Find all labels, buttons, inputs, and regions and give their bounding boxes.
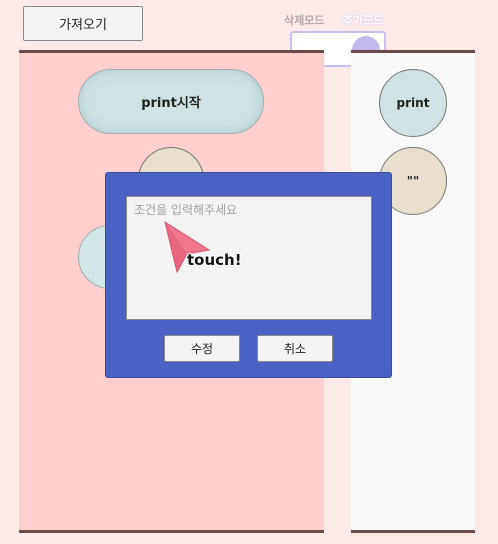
fetch-button[interactable]: 가져오기 xyxy=(23,6,143,41)
condition-dialog: 수정 취소 xyxy=(105,172,392,378)
delete-mode-label: 삭제모드 xyxy=(284,14,325,27)
cancel-button[interactable]: 취소 xyxy=(257,335,333,362)
print-start-node[interactable]: print시작 xyxy=(78,69,264,134)
edit-button[interactable]: 수정 xyxy=(164,335,240,362)
touch-hint-label: touch! xyxy=(187,251,242,269)
print-block[interactable]: print xyxy=(379,69,447,137)
add-mode-label: 추가모드 xyxy=(343,14,384,27)
